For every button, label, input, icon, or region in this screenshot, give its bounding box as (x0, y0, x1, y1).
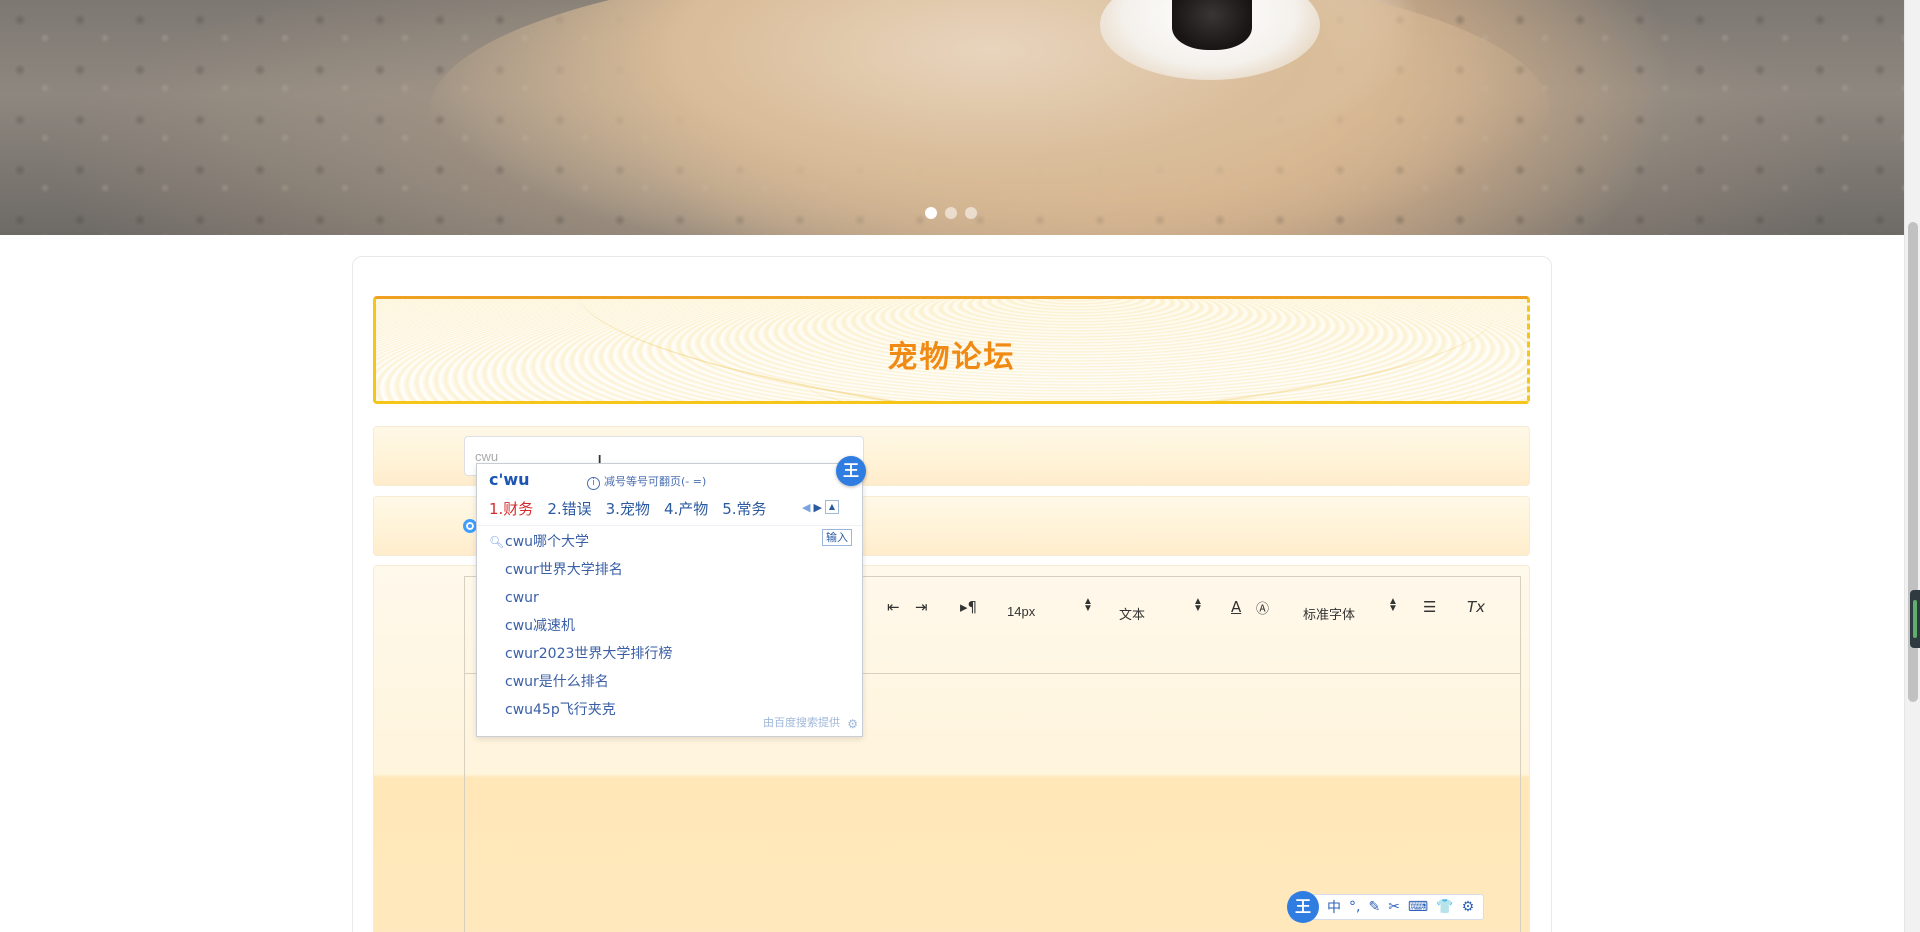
ime-suggestion-list: 🔍︎ cwu哪个大学 cwur世界大学排名 cwur cwu减速机 cwur202… (489, 528, 849, 724)
ime-composition-text: c'wu (489, 470, 530, 489)
type-radio[interactable] (463, 519, 477, 533)
page: 宠物论坛 *标题 类型 内容 cwu I ⇤ ⇥ ▸¶ 14px ▲▼ 文本 ▲… (0, 0, 1920, 932)
ime-logo-icon[interactable]: 王 (836, 456, 866, 486)
carousel-indicators (925, 207, 977, 219)
scissors-icon[interactable]: ✂ (1388, 899, 1400, 915)
ime-candidate[interactable]: 4.产物 (664, 498, 708, 519)
ime-candidate[interactable]: 3.宠物 (606, 498, 650, 519)
paragraph-format-select[interactable]: 文本 ▲ ▼ (1119, 597, 1203, 623)
ime-suggestion[interactable]: 🔍︎ cwu哪个大学 (489, 528, 849, 556)
banner-title: 宠物论坛 (887, 341, 1016, 374)
ime-suggestion[interactable]: cwu减速机 (489, 612, 849, 640)
font-size-select[interactable]: 14px ▲ ▼ (1007, 597, 1093, 620)
ime-status-bar: 王 中 °, ✎ ✂ ⌨ 👕 ⚙ (1287, 891, 1484, 923)
carousel-image-dog (430, 0, 1550, 235)
keyboard-icon[interactable]: ⌨ (1408, 899, 1428, 915)
forum-banner: 宠物论坛 (373, 296, 1530, 404)
expand-icon[interactable]: ▲ (824, 500, 839, 514)
ime-suggestion[interactable]: cwur2023世界大学排行榜 (489, 640, 849, 668)
search-icon: 🔍︎ (489, 535, 505, 549)
outdent-icon[interactable]: ⇤ (887, 598, 900, 616)
skin-icon[interactable]: 👕 (1436, 899, 1453, 915)
carousel-dot-1[interactable] (925, 207, 937, 219)
page-scrollbar[interactable] (1904, 0, 1920, 932)
ime-suggestion[interactable]: cwur是什么排名 (489, 668, 849, 696)
divider (477, 525, 862, 526)
settings-icon[interactable]: ⚙ (1462, 899, 1475, 915)
carousel-dot-2[interactable] (945, 207, 957, 219)
ime-page-nav: ◀ ▶ ▲ (802, 500, 839, 514)
chinese-mode-button[interactable]: 中 (1327, 897, 1341, 917)
ime-page-hint: i 减号等号可翻页(- =) (587, 473, 706, 490)
ime-candidate-list: 1.财务 2.错误 3.宠物 4.产物 5.常务 (489, 498, 767, 519)
ime-logo-icon[interactable]: 王 (1287, 891, 1319, 923)
ime-settings-icon[interactable]: ⚙ (847, 717, 858, 731)
ime-candidate-popup: c'wu i 减号等号可翻页(- =) 王 1.财务 2.错误 3.宠物 4.产物… (476, 456, 866, 737)
ime-candidate[interactable]: 1.财务 (489, 498, 533, 519)
next-page-icon[interactable]: ▶ (813, 501, 821, 514)
font-color-icon[interactable]: A (1231, 598, 1241, 616)
info-icon: i (587, 477, 600, 490)
clear-format-icon[interactable]: Tx (1467, 598, 1485, 616)
ime-footer-text: 由百度搜索提供 (763, 716, 840, 729)
select-arrows-icon: ▲ ▼ (1193, 596, 1203, 614)
font-size-value: 14px (1007, 604, 1036, 619)
ime-suggestion-text: cwu哪个大学 (505, 534, 590, 550)
ime-hint-text: 减号等号可翻页(- =) (604, 475, 707, 488)
select-arrows-icon: ▲ ▼ (1388, 596, 1398, 614)
carousel-dot-3[interactable] (965, 207, 977, 219)
ime-suggestion[interactable]: cwur世界大学排名 (489, 556, 849, 584)
prev-page-icon[interactable]: ◀ (802, 501, 810, 514)
font-family-value: 标准字体 (1303, 607, 1356, 622)
hero-carousel (0, 0, 1904, 235)
paragraph-format-value: 文本 (1119, 607, 1146, 622)
font-family-select[interactable]: 标准字体 ▲ ▼ (1303, 597, 1398, 623)
ime-candidate[interactable]: 2.错误 (547, 498, 591, 519)
ime-suggestion[interactable]: cwur (489, 584, 849, 612)
background-color-icon[interactable]: Ⓐ (1256, 598, 1269, 617)
side-widget-handle[interactable] (1910, 590, 1920, 648)
indent-icon[interactable]: ⇥ (915, 598, 928, 616)
ime-candidate[interactable]: 5.常务 (722, 498, 766, 519)
select-arrows-icon: ▲ ▼ (1083, 596, 1093, 614)
align-icon[interactable]: ☰ (1423, 598, 1436, 616)
paragraph-rtl-icon[interactable]: ▸¶ (960, 598, 977, 616)
carousel-image-nose (1172, 0, 1252, 50)
punctuation-icon[interactable]: °, (1349, 899, 1360, 915)
handwriting-icon[interactable]: ✎ (1368, 899, 1380, 915)
